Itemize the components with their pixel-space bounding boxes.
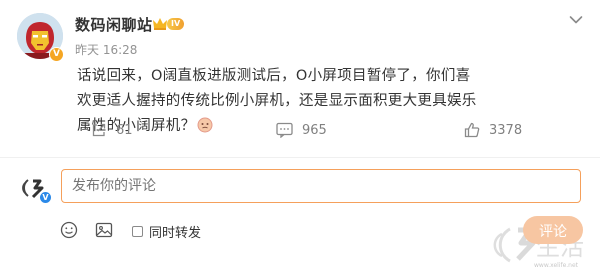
comment-count: 965 <box>302 122 327 138</box>
level-badge: IV <box>167 18 185 30</box>
repost-checkbox[interactable] <box>132 226 143 237</box>
like-count: 3378 <box>489 122 523 138</box>
comment-button[interactable]: 965 <box>276 122 327 138</box>
post-time[interactable]: 昨天 16:28 <box>75 43 137 57</box>
image-icon[interactable] <box>95 221 113 239</box>
chevron-down-icon[interactable] <box>569 15 583 25</box>
repost-button[interactable]: 61 <box>91 122 133 138</box>
repost-option[interactable]: 同时转发 <box>132 222 201 241</box>
thumbs-up-icon <box>464 122 480 138</box>
like-button[interactable]: 3378 <box>464 122 522 138</box>
thinking-emoji-icon <box>197 117 213 133</box>
divider <box>0 157 600 158</box>
comment-icon <box>276 122 293 138</box>
author-name[interactable]: 数码闲聊站 <box>75 14 153 35</box>
repost-count: 61 <box>116 122 133 138</box>
comment-input[interactable] <box>61 169 581 203</box>
verified-badge-icon: V <box>49 47 64 62</box>
repost-checkbox-label: 同时转发 <box>149 226 202 241</box>
post-meta: 昨天 16:28 <box>75 41 141 58</box>
emoji-icon[interactable] <box>60 221 78 239</box>
watermark-text: www.xelife.net <box>534 262 579 269</box>
submit-comment-button[interactable]: 评论 <box>523 216 583 244</box>
repost-icon <box>92 123 106 137</box>
verified-badge-icon: V <box>39 191 52 204</box>
